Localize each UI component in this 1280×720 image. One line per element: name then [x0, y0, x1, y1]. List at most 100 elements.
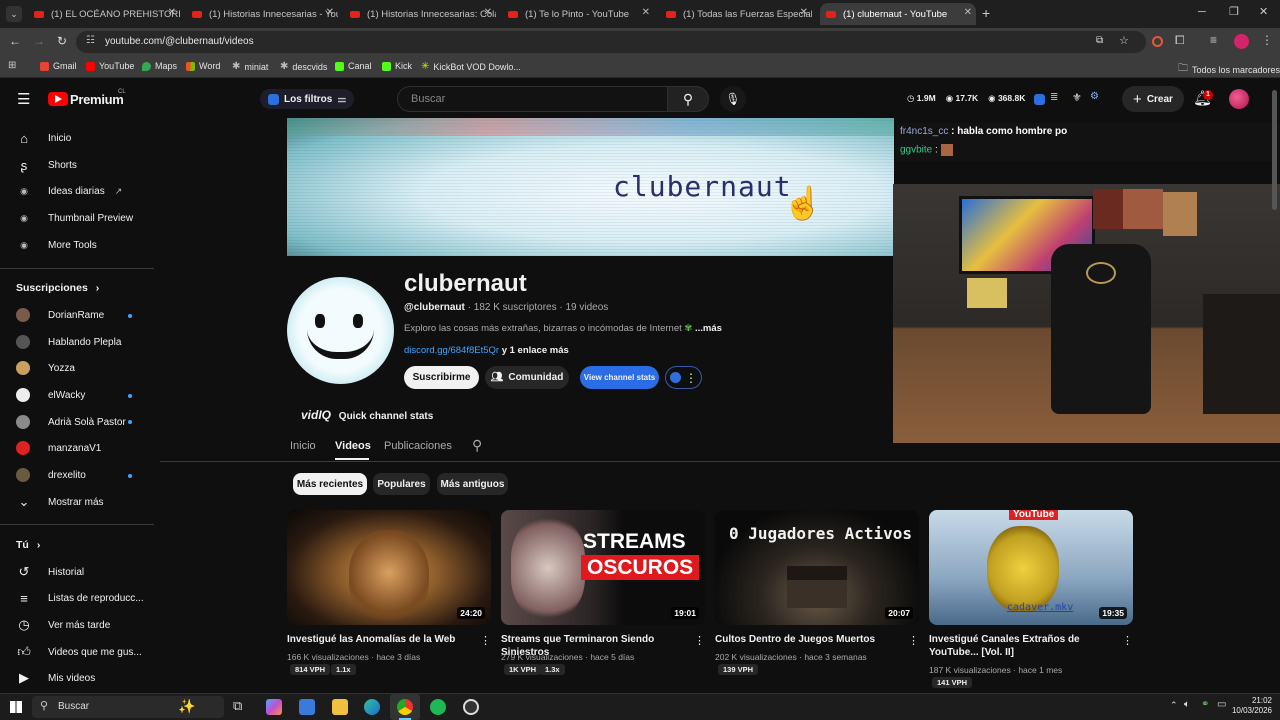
subscription-item[interactable]: manzanaV1	[16, 438, 101, 458]
all-bookmarks[interactable]: 🗀 Todos los marcadores	[1178, 61, 1280, 78]
page-scrollbar[interactable]	[1272, 90, 1277, 210]
more-link[interactable]: ...más	[695, 323, 722, 334]
vidiq-icon[interactable]	[1034, 94, 1045, 105]
new-tab-button[interactable]: +	[982, 5, 990, 21]
subscription-item[interactable]: drexelito	[16, 465, 86, 485]
video-title[interactable]: Cultos Dentro de Juegos Muertos	[715, 633, 905, 646]
sidebar-item-shorts[interactable]: ʂ Shorts	[16, 155, 77, 175]
record-extension-icon[interactable]	[1152, 36, 1163, 47]
spotify-icon[interactable]	[430, 699, 446, 715]
reload-icon[interactable]: ↻	[57, 34, 67, 48]
sidebar-item-playlists[interactable]: ≡ Listas de reproducc...	[16, 588, 143, 608]
subscription-item[interactable]: Adrià Solà Pastor	[16, 412, 126, 432]
view-channel-stats-button[interactable]: View channel stats	[580, 366, 659, 389]
video-thumbnail[interactable]: YouTube cadaver.mkv 19:35	[929, 510, 1133, 625]
back-icon[interactable]: ←	[9, 34, 21, 48]
sidebar-item-more-tools[interactable]: ◉ More Tools	[16, 235, 97, 255]
forward-icon[interactable]: →	[33, 34, 45, 48]
create-button[interactable]: + Crear	[1122, 86, 1184, 112]
settings-extension-icon[interactable]: ⚙	[1090, 91, 1099, 102]
bookmark-gmail[interactable]: Gmail	[40, 61, 77, 71]
video-menu-icon[interactable]: ⋮	[480, 634, 491, 647]
chip-newest[interactable]: Más recientes	[293, 473, 367, 495]
video-menu-icon[interactable]: ⋮	[908, 634, 919, 647]
browser-tab[interactable]: (1) Historias Innecesarias - YouT ✕	[186, 3, 338, 25]
subscribe-button[interactable]: Suscribirme	[404, 366, 479, 389]
bookmark-kickbot[interactable]: ✳ KickBot VOD Dowlo...	[421, 61, 521, 72]
video-thumbnail[interactable]: 24:20	[287, 510, 491, 625]
search-button[interactable]: ⚲	[667, 86, 709, 112]
close-tab-icon[interactable]: ✕	[964, 7, 972, 18]
task-view-icon[interactable]: ⧉	[233, 698, 242, 714]
sidebar-item-home[interactable]: ⌂ Inicio	[16, 128, 71, 148]
close-tab-icon[interactable]: ✕	[484, 7, 492, 18]
volume-icon[interactable]: 🔈︎	[1184, 699, 1190, 710]
close-tab-icon[interactable]: ✕	[168, 7, 176, 18]
browser-tab-active[interactable]: (1) clubernaut - YouTube ✕	[820, 3, 976, 25]
account-avatar[interactable]	[1229, 89, 1249, 109]
file-explorer-icon[interactable]	[332, 699, 348, 715]
bookmark-word[interactable]: Word	[186, 61, 220, 71]
tab-home[interactable]: Inicio	[290, 440, 316, 452]
browser-tab[interactable]: (1) Todas las Fuerzas Especiales ✕	[660, 3, 812, 25]
windows-start-icon[interactable]	[10, 701, 22, 713]
sidebar-item-history[interactable]: ↺ Historial	[16, 562, 85, 582]
community-button[interactable]: 👥︎ Comunidad	[485, 366, 569, 389]
browser-tab[interactable]: (1) EL OCÉANO PREHISTORICO✕	[28, 3, 180, 25]
network-icon[interactable]: ⚭	[1201, 699, 1209, 710]
show-more-button[interactable]: ⌄ Mostrar más	[16, 492, 104, 512]
channel-search-icon[interactable]: ⚲	[472, 437, 482, 454]
subscription-item[interactable]: DorianRame	[16, 305, 104, 325]
filters-button[interactable]: Los filtros ⚌	[260, 89, 355, 109]
tab-posts[interactable]: Publicaciones	[384, 440, 452, 452]
subscription-item[interactable]: Yozza	[16, 358, 75, 378]
site-info-icon[interactable]: ☷	[86, 35, 95, 46]
tab-search-button[interactable]: ⌄	[6, 6, 22, 22]
subscription-item[interactable]: Hablando Plepla	[16, 332, 121, 352]
chip-popular[interactable]: Populares	[373, 473, 430, 495]
apps-grid-icon[interactable]: ⊞	[8, 60, 16, 71]
trophy-icon[interactable]: ⚜	[1072, 91, 1082, 104]
channel-description[interactable]: Exploro las cosas más extrañas, bizarras…	[404, 323, 722, 334]
more-links[interactable]: y 1 enlace más	[502, 345, 569, 356]
sidebar-item-my-videos[interactable]: ▶ Mis videos	[16, 668, 95, 688]
extensions-icon[interactable]: ⧠	[1175, 33, 1185, 48]
edge-icon[interactable]	[364, 699, 380, 715]
sidebar-item-ideas[interactable]: ◉ Ideas diarias ↗	[16, 181, 122, 201]
store-icon[interactable]	[299, 699, 315, 715]
video-menu-icon[interactable]: ⋮	[694, 634, 705, 647]
close-tab-icon[interactable]: ✕	[800, 7, 808, 18]
url-field[interactable]: ☷ youtube.com/@clubernaut/videos ⧉ ☆	[76, 31, 1146, 53]
vidiq-menu-button[interactable]: ⋮	[665, 366, 702, 389]
hamburger-menu-icon[interactable]: ☰	[17, 90, 30, 108]
minimize-button[interactable]: ─	[1198, 6, 1206, 18]
bookmark-descvids[interactable]: ✱ descvids	[280, 61, 327, 72]
profile-avatar[interactable]	[1234, 34, 1249, 49]
close-tab-icon[interactable]: ✕	[642, 7, 650, 18]
video-thumbnail[interactable]: 0 Jugadores Activos 20:07	[715, 510, 919, 625]
taskbar-search[interactable]: ⚲ Buscar ✨	[32, 696, 224, 718]
bookmark-youtube[interactable]: YouTube	[86, 61, 134, 71]
restore-button[interactable]: ❐	[1229, 5, 1239, 18]
bookmark-miniat[interactable]: ✱ miniat	[232, 61, 268, 72]
bookmark-maps[interactable]: Maps	[142, 61, 177, 71]
browser-tab[interactable]: (1) Te lo Pinto - YouTube ✕	[502, 3, 654, 25]
sidebar-item-thumbnail-preview[interactable]: ◉ Thumbnail Preview	[16, 208, 133, 228]
search-input[interactable]: Buscar	[397, 86, 667, 112]
tab-videos[interactable]: Videos	[335, 440, 371, 452]
clock[interactable]: 21:02 10/03/2026	[1230, 696, 1272, 716]
voice-search-button[interactable]: 🎙	[720, 86, 746, 112]
vidiq-quick-stats[interactable]: vidIQ Quick channel stats	[301, 408, 433, 422]
video-title[interactable]: Investigué Canales Extraños de YouTube..…	[929, 633, 1114, 659]
youtube-logo-icon[interactable]	[48, 92, 68, 106]
menu-icon[interactable]: ⋮	[1261, 33, 1273, 47]
close-window-button[interactable]: ✕	[1259, 5, 1268, 18]
sidebar-item-liked[interactable]: 👍︎ Videos que me gus...	[16, 642, 142, 662]
channel-avatar-large[interactable]	[287, 277, 394, 384]
video-thumbnail[interactable]: STREAMS OSCUROS 19:01	[501, 510, 705, 625]
chrome-icon[interactable]	[397, 699, 413, 715]
you-header[interactable]: Tú ›	[16, 535, 40, 555]
video-menu-icon[interactable]: ⋮	[1122, 634, 1133, 647]
video-title[interactable]: Investigué las Anomalías de la Web	[287, 633, 477, 646]
install-app-icon[interactable]: ⧉	[1096, 35, 1103, 46]
